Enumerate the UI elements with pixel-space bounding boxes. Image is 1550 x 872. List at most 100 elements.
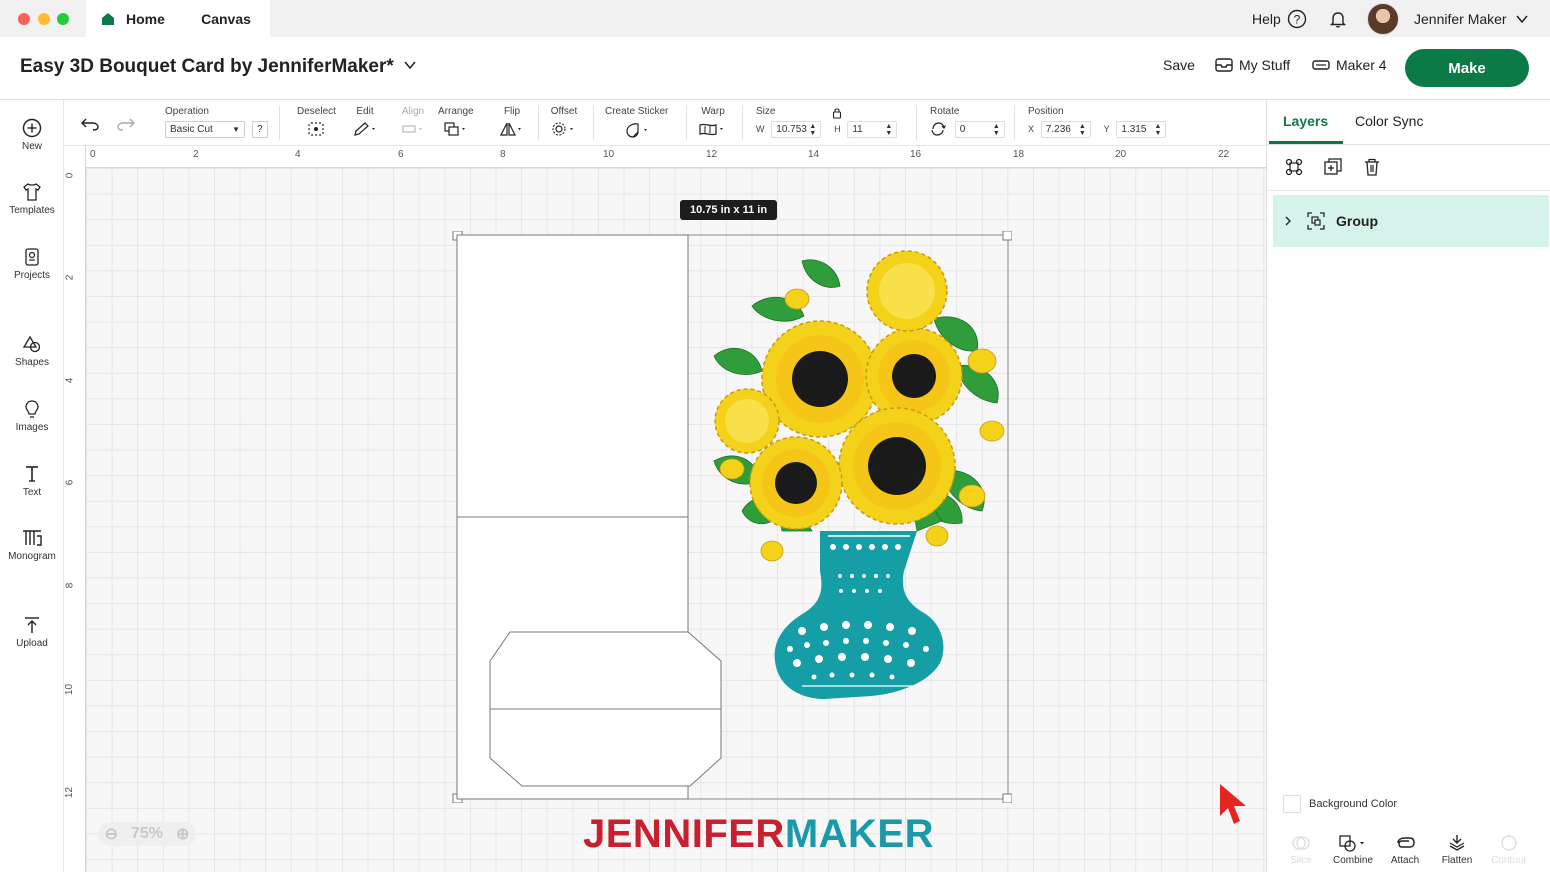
- minimize-window-button[interactable]: [38, 13, 50, 25]
- y-position-input[interactable]: 1.315 ▲ ▼: [1116, 121, 1167, 138]
- sidebar-item-upload[interactable]: Upload: [0, 615, 64, 649]
- contour-button[interactable]: Contour: [1485, 834, 1533, 866]
- align-button[interactable]: Align: [400, 106, 426, 140]
- ruler-number: 18: [1013, 149, 1025, 160]
- toolbar-divider: [916, 106, 917, 140]
- ruler-number: 2: [193, 149, 199, 160]
- bell-icon: [1329, 11, 1347, 28]
- trash-icon[interactable]: [1362, 157, 1382, 177]
- selection-handle[interactable]: [1002, 793, 1012, 803]
- duplicate-icon[interactable]: [1323, 157, 1343, 177]
- rotate-input[interactable]: 0 ▲ ▼: [954, 121, 1005, 138]
- toolbar-divider: [538, 106, 539, 140]
- sidebar-item-text[interactable]: Text: [0, 464, 64, 498]
- undo-icon[interactable]: [80, 116, 100, 132]
- tab-canvas-label: Canvas: [201, 10, 251, 27]
- warp-button[interactable]: Warp: [698, 106, 728, 140]
- background-color-label: Background Color: [1309, 798, 1398, 810]
- project-title-dropdown[interactable]: Easy 3D Bouquet Card by JenniferMaker*: [20, 56, 417, 78]
- tab-color-sync[interactable]: Color Sync: [1355, 113, 1423, 129]
- background-color-checkbox[interactable]: [1283, 795, 1301, 813]
- flip-button[interactable]: Flip: [498, 106, 526, 140]
- layer-group-row[interactable]: Group: [1273, 195, 1549, 247]
- arrange-button[interactable]: Arrange: [438, 106, 474, 140]
- edit-label: Edit: [356, 106, 374, 117]
- align-icon: [402, 125, 422, 133]
- rotate-value: 0: [959, 124, 966, 135]
- sunflower: [749, 436, 843, 530]
- vase-shape: [774, 531, 944, 699]
- left-sidebar: New Templates Projects Shapes Images Tex…: [0, 100, 64, 872]
- width-input[interactable]: 10.753 ▲ ▼: [771, 121, 822, 138]
- ruler-number: 22: [1218, 149, 1230, 160]
- combine-button[interactable]: Combine: [1329, 834, 1377, 866]
- projects-icon: [25, 248, 39, 266]
- zoom-out-button[interactable]: ⊖: [105, 824, 118, 844]
- shirt-icon: [23, 183, 41, 201]
- flatten-button[interactable]: Flatten: [1433, 834, 1481, 866]
- logo-text-jennifer: JENNIFER: [583, 812, 785, 856]
- sidebar-item-label: Text: [22, 487, 42, 498]
- tab-layers[interactable]: Layers: [1283, 113, 1328, 129]
- sidebar-item-monogram[interactable]: Monogram: [0, 528, 64, 562]
- save-button[interactable]: Save: [1163, 57, 1195, 73]
- background-color-toggle[interactable]: Background Color: [1283, 795, 1397, 813]
- tab-home[interactable]: Home: [86, 0, 182, 37]
- width-value: 10.753: [776, 124, 807, 135]
- ruler-top: 0 2 4 6 8 10 12 14 16 18 20 22: [64, 146, 1266, 168]
- notifications-button[interactable]: [1328, 0, 1348, 37]
- stepper-icon: ▲ ▼: [885, 122, 893, 137]
- offset-label: Offset: [550, 106, 578, 117]
- attach-button[interactable]: Attach: [1381, 834, 1429, 866]
- ruler-number: 12: [64, 786, 76, 799]
- y-prefix: Y: [1103, 124, 1110, 134]
- x-position-input[interactable]: 7.236 ▲ ▼: [1040, 121, 1091, 138]
- my-stuff-button[interactable]: My Stuff: [1215, 57, 1290, 73]
- close-window-button[interactable]: [18, 13, 30, 25]
- sidebar-item-images[interactable]: Images: [0, 399, 64, 433]
- sunflower: [865, 327, 963, 425]
- contour-icon: [1501, 835, 1517, 851]
- help-button[interactable]: Help ?: [1252, 0, 1307, 37]
- sidebar-item-templates[interactable]: Templates: [0, 182, 64, 216]
- selection-handle[interactable]: [1002, 231, 1012, 241]
- maximize-window-button[interactable]: [57, 13, 69, 25]
- divider: [1267, 144, 1550, 145]
- height-input[interactable]: 11 ▲ ▼: [847, 121, 898, 138]
- make-button[interactable]: Make: [1405, 49, 1529, 87]
- machine-selector[interactable]: Maker 4: [1312, 57, 1387, 73]
- sidebar-item-new[interactable]: New: [0, 118, 64, 152]
- sidebar-item-shapes[interactable]: Shapes: [0, 334, 64, 368]
- design-canvas[interactable]: 0 2 4 6 8 10 12 14 16 18 20 22 0 2 4 6 8…: [64, 146, 1266, 872]
- create-sticker-button[interactable]: Create Sticker: [605, 106, 668, 142]
- zoom-in-button[interactable]: ⊕: [176, 824, 189, 844]
- svg-text:?: ?: [1293, 12, 1300, 26]
- operation-help-button[interactable]: ?: [251, 121, 268, 138]
- operation-select[interactable]: Basic Cut ▼: [165, 121, 245, 138]
- stepper-icon: ▲ ▼: [1078, 122, 1086, 137]
- tab-canvas[interactable]: Canvas: [182, 0, 270, 37]
- warp-icon: [699, 123, 723, 136]
- toolbar-divider: [593, 106, 594, 140]
- toolbar-divider: [279, 106, 280, 140]
- rotate-group: Rotate 0 ▲ ▼: [930, 106, 1020, 138]
- project-title: Easy 3D Bouquet Card by JenniferMaker*: [20, 56, 394, 77]
- user-menu[interactable]: Jennifer Maker: [1367, 0, 1529, 37]
- inbox-icon: [1215, 58, 1233, 72]
- slice-button[interactable]: Slice: [1277, 834, 1325, 866]
- sidebar-item-label: Monogram: [8, 551, 56, 562]
- sidebar-item-projects[interactable]: Projects: [0, 247, 64, 281]
- arrange-label: Arrange: [438, 106, 474, 117]
- selected-design-group[interactable]: [452, 231, 1012, 803]
- chevron-right-icon[interactable]: [1282, 215, 1294, 227]
- redo-icon[interactable]: [116, 116, 136, 132]
- offset-button[interactable]: Offset: [550, 106, 578, 140]
- pencil-icon: [354, 122, 375, 136]
- lock-icon[interactable]: [832, 107, 842, 119]
- ruler-number: 14: [808, 149, 820, 160]
- group-icon[interactable]: [1284, 157, 1304, 177]
- deselect-button[interactable]: Deselect: [297, 106, 336, 140]
- combine-label: Combine: [1332, 855, 1374, 866]
- edit-button[interactable]: Edit: [352, 106, 378, 140]
- attach-label: Attach: [1390, 855, 1420, 866]
